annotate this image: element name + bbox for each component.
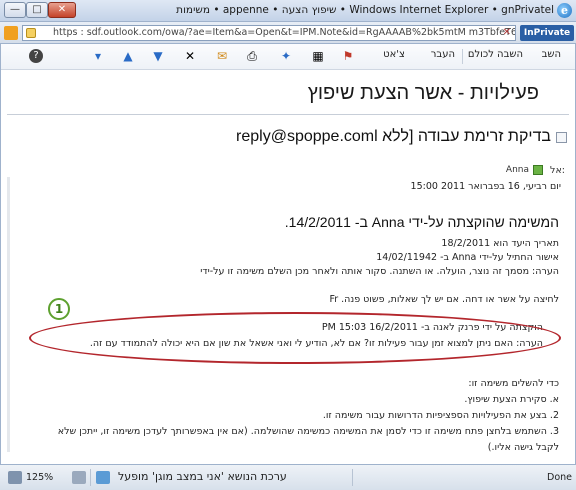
print-icon[interactable]: ⎙ bbox=[245, 49, 259, 63]
flag-icon[interactable]: ⚑ bbox=[341, 49, 355, 63]
approve-reject-line: לחיצה על אשר או דחה. אם יש לך שאלות, פשו… bbox=[329, 294, 559, 305]
inprivate-badge: InPrivate bbox=[520, 25, 574, 41]
step-2: 2. בצע את הפעילויות הספציפיות הדרושות עב… bbox=[322, 410, 559, 421]
reply-button[interactable]: השב bbox=[542, 49, 561, 60]
window-title: Windows Internet Explorer • gnPrivatel •… bbox=[176, 4, 554, 16]
protected-mode-status: ערכת הנושא 'אני במצב מוגן' מופעל bbox=[118, 470, 287, 483]
status-divider bbox=[90, 469, 91, 486]
delete-icon[interactable]: ✕ bbox=[183, 49, 197, 63]
page-content: השב השבה לכולם העבר צ'אט ⚑ ▦ ✦ ⎙ ✉ ✕ ▼ ▲… bbox=[0, 44, 576, 464]
recipient-name[interactable]: Anna bbox=[506, 165, 529, 175]
next-icon[interactable]: ▼ bbox=[151, 49, 165, 63]
contact-icon bbox=[533, 165, 543, 175]
url-input[interactable]: https : sdf.outlook.com/owa/?ae=Item&a=O… bbox=[22, 25, 516, 41]
status-done: Done bbox=[547, 472, 572, 483]
reply-all-button[interactable]: השבה לכולם bbox=[468, 49, 523, 60]
url-text: https : sdf.outlook.com/owa/?ae=Item&a=O… bbox=[53, 27, 515, 38]
settings-icon[interactable]: ▾ bbox=[91, 49, 105, 63]
zoom-dropdown-icon[interactable] bbox=[72, 471, 86, 484]
help-icon[interactable]: ? bbox=[29, 49, 43, 63]
previous-icon[interactable]: ▲ bbox=[121, 49, 135, 63]
approval-line: אישור החתיל על-ידי Anna ב- 14/02/11942 bbox=[376, 252, 559, 263]
step-1: א. סקירת הצעת שיפוץ. bbox=[464, 394, 559, 405]
step-3: 3. השתמש בלחצן פתח משימה זו כדי לסמן את … bbox=[57, 426, 559, 437]
note-line: הערה: מסמך זה נוצר, הועלה. או השתנה. סקו… bbox=[200, 266, 559, 277]
message-toolbar: השב השבה לכולם העבר צ'אט ⚑ ▦ ✦ ⎙ ✉ ✕ ▼ ▲… bbox=[1, 44, 575, 70]
zoom-level[interactable]: 125% bbox=[26, 472, 53, 483]
body-title: המשימה שהוקצתה על-ידי Anna ב- 14/2/2011. bbox=[284, 214, 559, 230]
highlight-ellipse bbox=[29, 312, 561, 364]
status-divider bbox=[352, 469, 353, 486]
lock-icon bbox=[26, 28, 36, 38]
heading-divider bbox=[7, 114, 569, 115]
address-bar: https : sdf.outlook.com/owa/?ae=Item&a=O… bbox=[0, 22, 576, 44]
page-title: פעילויות - אשר הצעת שיפוץ bbox=[307, 82, 539, 104]
categories-icon[interactable]: ▦ bbox=[311, 49, 325, 63]
forward-button[interactable]: העבר bbox=[431, 49, 455, 60]
step-3-continued: לקבל גישה אליו.) bbox=[487, 442, 559, 453]
callout-marker: 1 bbox=[48, 298, 70, 320]
minimize-button[interactable]: — bbox=[4, 2, 26, 18]
toolbar-separator bbox=[462, 49, 463, 64]
sent-date: יום רביעי, 16 בפברואר 2011 15:00 bbox=[410, 181, 561, 192]
protected-mode-icon[interactable] bbox=[96, 471, 110, 484]
steps-title: כדי להשלים משימה זו: bbox=[468, 378, 559, 389]
maximize-button[interactable]: □ bbox=[26, 2, 48, 18]
close-button[interactable]: ✕ bbox=[48, 2, 76, 18]
chat-button[interactable]: צ'אט bbox=[383, 49, 405, 60]
due-date-line: תאריך היעד הוא 18/2/2011 bbox=[441, 238, 559, 249]
stop-icon[interactable]: ✕ bbox=[503, 26, 511, 40]
page-icon bbox=[4, 26, 18, 40]
subject-checkbox[interactable] bbox=[556, 132, 567, 143]
envelope-icon[interactable]: ✉ bbox=[215, 49, 229, 63]
left-scroll-strip bbox=[7, 177, 10, 452]
move-icon[interactable]: ✦ bbox=[279, 49, 293, 63]
magnifier-icon[interactable] bbox=[8, 471, 22, 484]
message-subject: בדיקת זרימת עבודה [ללא reply@spoppe.coml bbox=[236, 128, 551, 145]
status-bar: Done ערכת הנושא 'אני במצב מוגן' מופעל 12… bbox=[0, 464, 576, 490]
title-bar: ✕ □ — Windows Internet Explorer • gnPriv… bbox=[0, 0, 576, 22]
ie-logo-icon: e bbox=[557, 3, 572, 18]
to-label: אל: bbox=[550, 165, 565, 176]
